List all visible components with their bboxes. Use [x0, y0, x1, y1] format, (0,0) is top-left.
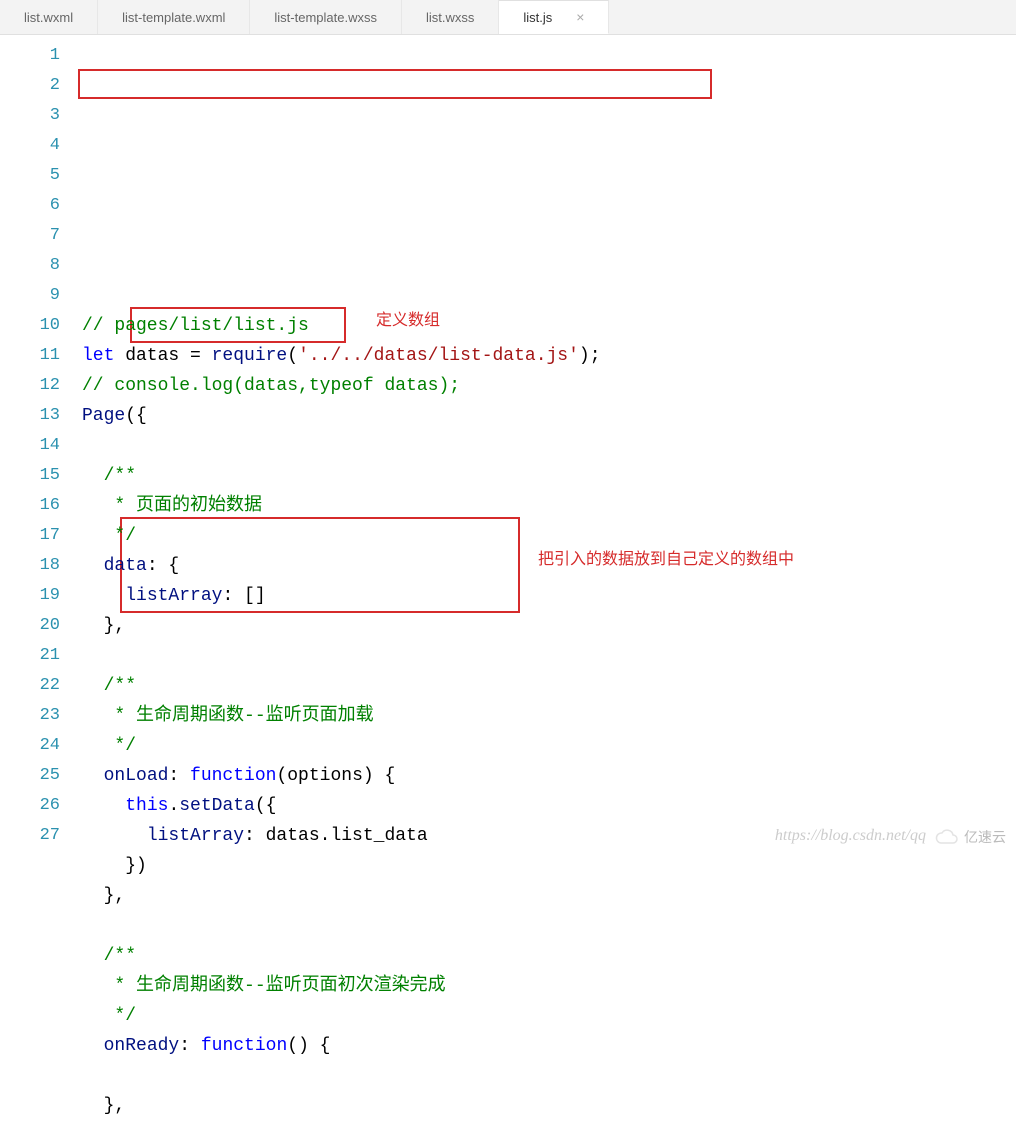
- code-line[interactable]: },: [82, 611, 1016, 641]
- line-number: 24: [0, 731, 82, 761]
- tab-list-js[interactable]: list.js×: [499, 0, 609, 34]
- line-number: 7: [0, 221, 82, 251]
- cloud-icon: [934, 828, 960, 846]
- line-number: 12: [0, 371, 82, 401]
- line-number: 26: [0, 791, 82, 821]
- code-line[interactable]: */: [82, 731, 1016, 761]
- line-number: 16: [0, 491, 82, 521]
- code-line[interactable]: [82, 641, 1016, 671]
- code-line[interactable]: data: {: [82, 551, 1016, 581]
- line-number: 1: [0, 41, 82, 71]
- code-area[interactable]: 定义数组 把引入的数据放到自己定义的数组中 // pages/list/list…: [82, 35, 1016, 1121]
- line-number: 9: [0, 281, 82, 311]
- line-number: 6: [0, 191, 82, 221]
- code-line[interactable]: /**: [82, 941, 1016, 971]
- code-line[interactable]: * 生命周期函数--监听页面初次渲染完成: [82, 971, 1016, 1001]
- line-number: 8: [0, 251, 82, 281]
- code-line[interactable]: [82, 911, 1016, 941]
- line-number: 15: [0, 461, 82, 491]
- code-line[interactable]: * 生命周期函数--监听页面加载: [82, 701, 1016, 731]
- line-number: 25: [0, 761, 82, 791]
- tab-list-wxss[interactable]: list.wxss: [402, 0, 499, 34]
- line-number: 19: [0, 581, 82, 611]
- code-line[interactable]: listArray: []: [82, 581, 1016, 611]
- line-number: 20: [0, 611, 82, 641]
- code-line[interactable]: */: [82, 521, 1016, 551]
- tab-list-template-wxml[interactable]: list-template.wxml: [98, 0, 250, 34]
- code-line[interactable]: /**: [82, 461, 1016, 491]
- line-number: 10: [0, 311, 82, 341]
- code-line[interactable]: onLoad: function(options) {: [82, 761, 1016, 791]
- tab-list-wxml[interactable]: list.wxml: [0, 0, 98, 34]
- line-number: 3: [0, 101, 82, 131]
- line-number: 14: [0, 431, 82, 461]
- code-line[interactable]: }): [82, 851, 1016, 881]
- code-line[interactable]: },: [82, 881, 1016, 911]
- code-line[interactable]: Page({: [82, 401, 1016, 431]
- code-line[interactable]: * 页面的初始数据: [82, 491, 1016, 521]
- close-icon[interactable]: ×: [576, 9, 584, 25]
- code-line[interactable]: [82, 431, 1016, 461]
- line-number: 23: [0, 701, 82, 731]
- code-line[interactable]: onReady: function() {: [82, 1031, 1016, 1061]
- line-number: 21: [0, 641, 82, 671]
- logo-badge: 亿速云: [934, 827, 1006, 847]
- line-number: 5: [0, 161, 82, 191]
- code-line[interactable]: this.setData({: [82, 791, 1016, 821]
- line-gutter: 1234567891011121314151617181920212223242…: [0, 35, 82, 1121]
- line-number: 11: [0, 341, 82, 371]
- code-line[interactable]: },: [82, 1091, 1016, 1121]
- line-number: 4: [0, 131, 82, 161]
- line-number: 22: [0, 671, 82, 701]
- highlight-box-1: [78, 69, 712, 99]
- line-number: 18: [0, 551, 82, 581]
- line-number: 17: [0, 521, 82, 551]
- watermark-text: https://blog.csdn.net/qq: [775, 827, 926, 845]
- editor: 1234567891011121314151617181920212223242…: [0, 35, 1016, 1121]
- line-number: 13: [0, 401, 82, 431]
- tab-list-template-wxss[interactable]: list-template.wxss: [250, 0, 402, 34]
- line-number: 2: [0, 71, 82, 101]
- code-line[interactable]: // console.log(datas,typeof datas);: [82, 371, 1016, 401]
- code-line[interactable]: // pages/list/list.js: [82, 311, 1016, 341]
- tabs-bar: list.wxml list-template.wxml list-templa…: [0, 0, 1016, 35]
- line-number: 27: [0, 821, 82, 851]
- code-line[interactable]: */: [82, 1001, 1016, 1031]
- code-line[interactable]: /**: [82, 671, 1016, 701]
- code-line[interactable]: [82, 1061, 1016, 1091]
- code-line[interactable]: let datas = require('../../datas/list-da…: [82, 341, 1016, 371]
